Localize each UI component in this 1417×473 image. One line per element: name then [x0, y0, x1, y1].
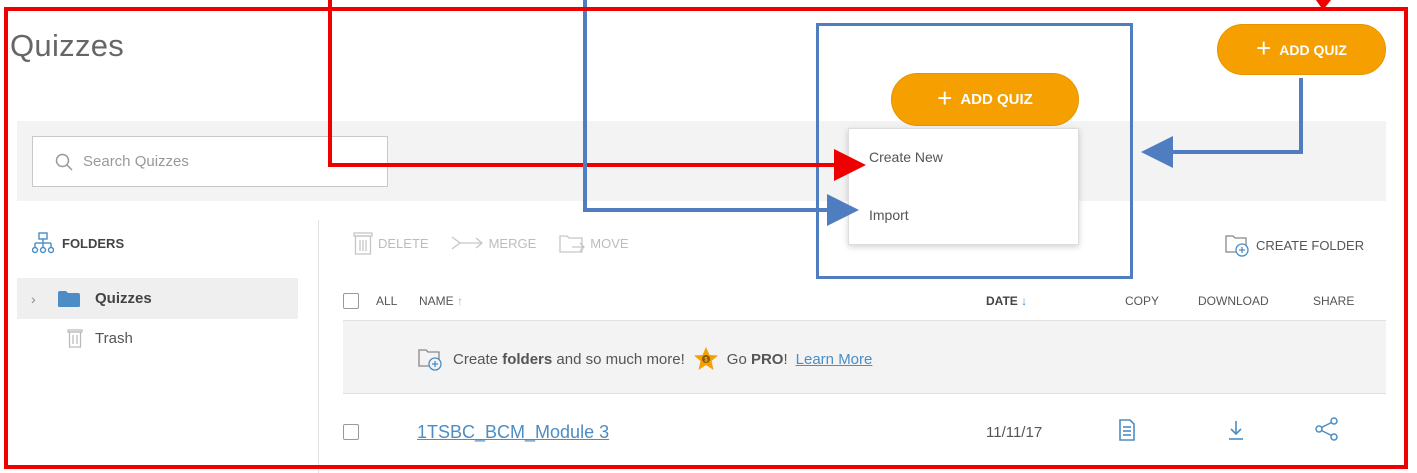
- create-folder-button[interactable]: CREATE FOLDER: [1224, 232, 1364, 258]
- folder-icon: [58, 290, 80, 307]
- folders-heading-label: FOLDERS: [62, 235, 125, 251]
- red-arrow-tip: [1316, 0, 1331, 10]
- merge-icon: [451, 236, 483, 250]
- column-name-label: NAME: [419, 294, 454, 308]
- move-folder-icon: [559, 235, 586, 253]
- plus-icon: +: [1256, 33, 1272, 63]
- create-folder-label: CREATE FOLDER: [1256, 237, 1365, 253]
- bulk-toolbar: DELETE MERGE MOVE: [352, 231, 629, 255]
- download-icon[interactable]: [1227, 419, 1245, 441]
- create-folder-icon: [1225, 235, 1249, 257]
- promo-text: Create folders and so much more!: [453, 350, 685, 368]
- chevron-right-icon[interactable]: ›: [31, 291, 57, 307]
- row-checkbox[interactable]: [343, 424, 359, 440]
- move-label: MOVE: [590, 235, 629, 251]
- folder-tree-icon: [32, 232, 54, 254]
- learn-more-link[interactable]: Learn More: [796, 351, 873, 368]
- add-quiz-label: ADD QUIZ: [1279, 41, 1347, 58]
- sidebar-item-trash[interactable]: Trash: [67, 328, 133, 348]
- quiz-name-link[interactable]: 1TSBC_BCM_Module 3: [417, 422, 609, 443]
- share-icon[interactable]: [1314, 417, 1340, 441]
- delete-button[interactable]: DELETE: [352, 231, 429, 255]
- merge-button[interactable]: MERGE: [451, 235, 537, 251]
- folders-heading: FOLDERS: [32, 232, 124, 254]
- trash-icon: [353, 232, 373, 255]
- sidebar-item-label: Quizzes: [95, 290, 152, 307]
- search-input[interactable]: [83, 153, 363, 170]
- create-folder-icon: [418, 349, 442, 371]
- promo-banner: Create folders and so much more! $ Go PR…: [343, 320, 1386, 394]
- star-icon: $: [693, 347, 718, 370]
- sidebar-item-label: Trash: [95, 329, 133, 347]
- column-download-label: DOWNLOAD: [1198, 294, 1269, 308]
- column-all-label: ALL: [376, 294, 398, 308]
- delete-label: DELETE: [378, 235, 429, 251]
- select-all-checkbox[interactable]: [343, 293, 359, 309]
- search-box[interactable]: [32, 136, 388, 187]
- copy-icon[interactable]: [1117, 418, 1137, 442]
- table-row: 1TSBC_BCM_Module 3 11/11/17: [343, 395, 1386, 467]
- go-pro-text: Go PRO!: [726, 350, 788, 368]
- column-date-header[interactable]: DATE ↓: [986, 294, 1027, 308]
- add-quiz-button[interactable]: + ADD QUIZ: [1217, 24, 1386, 75]
- trash-icon: [67, 329, 83, 348]
- quiz-date: 11/11/17: [986, 424, 1043, 441]
- column-name-header[interactable]: NAME ↑: [419, 294, 463, 308]
- move-button[interactable]: MOVE: [558, 232, 629, 254]
- callout-highlight-box: [816, 23, 1133, 279]
- column-date-label: DATE: [986, 294, 1018, 308]
- sort-ascending-icon: ↑: [457, 294, 464, 308]
- sidebar-item-quizzes[interactable]: › Quizzes: [17, 278, 298, 319]
- merge-label: MERGE: [488, 235, 537, 251]
- page-title: Quizzes: [10, 28, 125, 63]
- search-icon: [55, 153, 73, 171]
- table-header: ALL NAME ↑ DATE ↓ COPY DOWNLOAD SHARE: [343, 290, 1386, 318]
- column-copy-label: COPY: [1125, 294, 1160, 308]
- column-share-label: SHARE: [1313, 294, 1355, 308]
- sort-descending-icon: ↓: [1021, 294, 1028, 308]
- sidebar-divider: [318, 220, 319, 473]
